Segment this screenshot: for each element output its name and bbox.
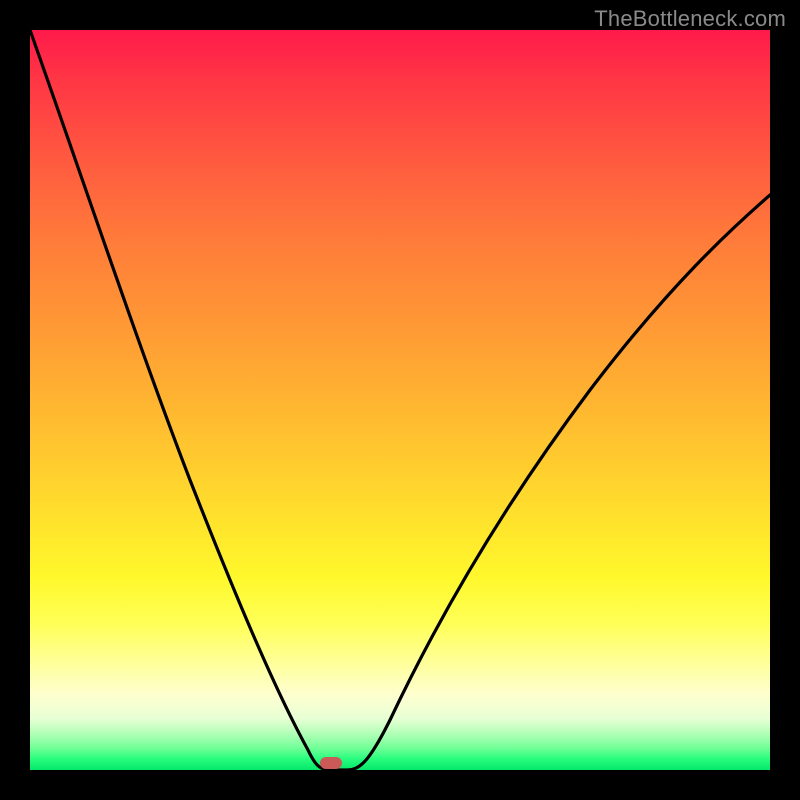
optimal-point-marker bbox=[320, 757, 342, 769]
chart-frame: TheBottleneck.com bbox=[0, 0, 800, 800]
watermark-text: TheBottleneck.com bbox=[594, 6, 786, 32]
gradient-plot-area bbox=[30, 30, 770, 770]
